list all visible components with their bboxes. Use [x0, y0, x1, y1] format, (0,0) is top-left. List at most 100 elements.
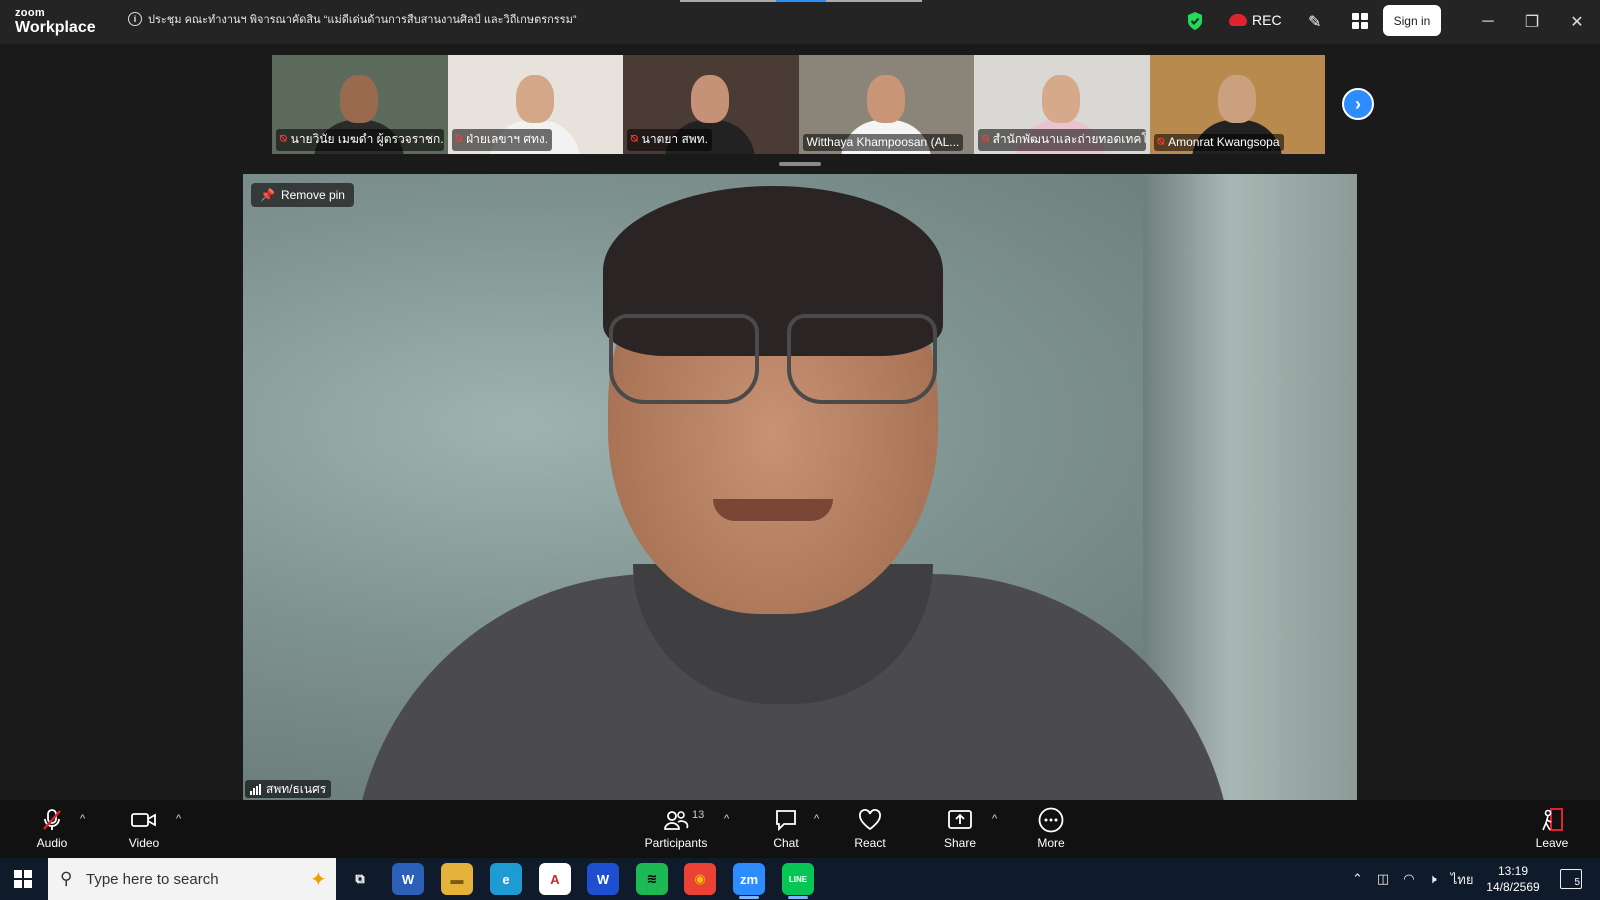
taskbar-taskview-icon[interactable]: ⧉: [344, 863, 376, 895]
search-highlight-icon: ✦: [310, 869, 327, 891]
mic-muted-icon: ⍉: [982, 133, 989, 145]
participant-name: ฝ่ายเลขาฯ ศทง.: [466, 132, 549, 146]
participant-tile[interactable]: ⍉ ฝ่ายเลขาฯ ศทง.: [447, 55, 623, 154]
rec-label: REC: [1252, 12, 1282, 28]
info-icon[interactable]: i: [128, 12, 142, 26]
mic-muted-icon: ⍉: [455, 133, 463, 145]
brand-zoom: zoom: [15, 7, 45, 19]
volume-muted-icon[interactable]: 🕨: [1429, 871, 1437, 887]
chat-label: Chat: [773, 836, 799, 850]
input-language[interactable]: ไทย: [1451, 869, 1474, 890]
cloud-record-icon: [1229, 14, 1247, 26]
taskbar-spotify-icon[interactable]: ≋: [636, 863, 668, 895]
mic-muted-icon: ⍉: [1157, 135, 1165, 148]
share-button[interactable]: Share: [938, 800, 982, 858]
participant-tile[interactable]: ⍉ นายวินัย เมฆดำ ผู้ตรวจราชก...: [272, 55, 448, 154]
participants-count: 13: [692, 809, 705, 821]
clock-time: 13:19: [1497, 864, 1529, 878]
sign-in-button[interactable]: Sign in: [1383, 5, 1441, 36]
restore-button[interactable]: ❐: [1520, 10, 1544, 34]
taskbar-acrobat-icon[interactable]: A: [539, 863, 571, 895]
chat-options-caret[interactable]: ^: [814, 813, 819, 825]
taskbar-explorer-icon[interactable]: ▬: [441, 863, 473, 895]
meeting-toolbar: Audio ^ Video ^ Participants 13 ^ Chat ^…: [0, 800, 1600, 858]
leave-door-icon: [1539, 808, 1565, 832]
video-options-caret[interactable]: ^: [176, 813, 181, 825]
taskbar-edge-icon[interactable]: e: [490, 863, 522, 895]
video-button[interactable]: Video: [122, 800, 166, 858]
mic-muted-icon: ⍉: [280, 133, 287, 145]
apps-grid-icon[interactable]: [1352, 13, 1368, 29]
chat-button[interactable]: Chat: [764, 800, 808, 858]
taskbar-clock[interactable]: 13:19 14/8/2569: [1478, 863, 1548, 895]
participants-label: Participants: [644, 836, 708, 850]
taskbar-line-icon[interactable]: LINE: [782, 863, 814, 899]
top-view-indicator: [680, 0, 922, 2]
speaker-name: สพท/ธเนศร: [266, 781, 327, 796]
taskbar-chrome-icon[interactable]: ◉: [684, 863, 716, 895]
participant-name: Amonrat Kwangsopa: [1168, 135, 1280, 149]
wifi-icon[interactable]: ◠: [1403, 871, 1414, 887]
system-tray: ⌃ ◫ ◠ 🕨 ไทย: [1352, 858, 1473, 900]
meet-now-icon[interactable]: ◫: [1377, 871, 1389, 887]
meeting-info[interactable]: i ประชุม คณะทำงานฯ พิจารณาคัดสิน “แม่ดีเ…: [128, 10, 577, 28]
gallery-strip: ⍉ นายวินัย เมฆดำ ผู้ตรวจราชก... ⍉ ฝ่ายเลขาฯ…: [272, 55, 1325, 154]
participant-tile[interactable]: ⍉ นาตยา สพท.: [623, 55, 799, 154]
tray-overflow-icon[interactable]: ⌃: [1352, 871, 1363, 887]
taskbar-word-icon[interactable]: W: [392, 863, 424, 895]
more-dots-icon: [1038, 807, 1064, 833]
participant-name: Witthaya Khampoosan (AL...: [806, 135, 960, 149]
camera-icon: [131, 808, 157, 832]
more-button[interactable]: More: [1029, 800, 1073, 858]
close-button[interactable]: ✕: [1565, 10, 1589, 34]
react-button[interactable]: React: [848, 800, 892, 858]
share-label: Share: [943, 836, 977, 850]
participants-options-caret[interactable]: ^: [724, 813, 729, 825]
audio-label: Audio: [36, 836, 68, 850]
participant-tile[interactable]: ⍉ Amonrat Kwangsopa: [1149, 55, 1325, 154]
encryption-shield-icon[interactable]: [1186, 11, 1204, 31]
share-options-caret[interactable]: ^: [992, 813, 997, 825]
heart-icon: [858, 808, 882, 832]
pin-icon: 📌: [260, 188, 275, 202]
leave-button[interactable]: Leave: [1530, 800, 1574, 858]
speaker-name-tag: สพท/ธเนศร: [245, 780, 332, 798]
strip-resize-handle[interactable]: [779, 162, 821, 166]
speaker-glasses: [603, 314, 943, 409]
search-placeholder: Type here to search: [86, 870, 219, 888]
windows-start-icon[interactable]: [14, 870, 32, 888]
react-label: React: [854, 836, 886, 850]
clock-date: 14/8/2569: [1486, 880, 1540, 894]
remove-pin-label: Remove pin: [280, 188, 345, 202]
signal-strength-icon: [250, 783, 261, 795]
recording-indicator[interactable]: REC: [1229, 12, 1282, 28]
taskbar-search-box[interactable]: ⚲ Type here to search ✦: [48, 858, 336, 900]
notification-count: 5: [1574, 877, 1580, 888]
taskbar-wondershare-icon[interactable]: W: [587, 863, 619, 895]
brand-workplace: Workplace: [15, 19, 96, 36]
next-page-button[interactable]: ›: [1342, 88, 1374, 120]
search-icon: ⚲: [60, 869, 73, 888]
video-label: Video: [128, 836, 160, 850]
remove-pin-button[interactable]: 📌 Remove pin: [251, 183, 354, 207]
participant-tile[interactable]: ⍉ สำนักพัฒนาและถ่ายทอดเทคโ...: [974, 55, 1150, 154]
taskbar-zoom-icon[interactable]: zm: [733, 863, 765, 899]
notification-center-icon[interactable]: 5: [1560, 869, 1582, 889]
participant-name-tag: ⍉ Amonrat Kwangsopa: [1153, 134, 1284, 151]
mic-muted-icon: [40, 808, 64, 832]
participants-icon: [663, 808, 689, 832]
participant-name-tag: ⍉ นาตยา สพท.: [627, 129, 712, 151]
participant-tile[interactable]: Witthaya Khampoosan (AL...: [798, 55, 974, 154]
zoom-logo: zoom Workplace: [15, 8, 96, 36]
annotate-pen-icon[interactable]: ✎: [1308, 12, 1321, 32]
minimize-button[interactable]: ─: [1476, 10, 1500, 34]
participant-name: สำนักพัฒนาและถ่ายทอดเทคโ...: [992, 132, 1146, 146]
participant-name-tag: Witthaya Khampoosan (AL...: [802, 134, 964, 151]
share-screen-icon: [947, 808, 973, 832]
leave-label: Leave: [1535, 836, 1569, 850]
pinned-video[interactable]: [243, 174, 1357, 800]
audio-button[interactable]: Audio: [30, 800, 74, 858]
audio-options-caret[interactable]: ^: [80, 813, 85, 825]
chat-bubble-icon: [774, 808, 798, 832]
more-label: More: [1037, 836, 1065, 850]
